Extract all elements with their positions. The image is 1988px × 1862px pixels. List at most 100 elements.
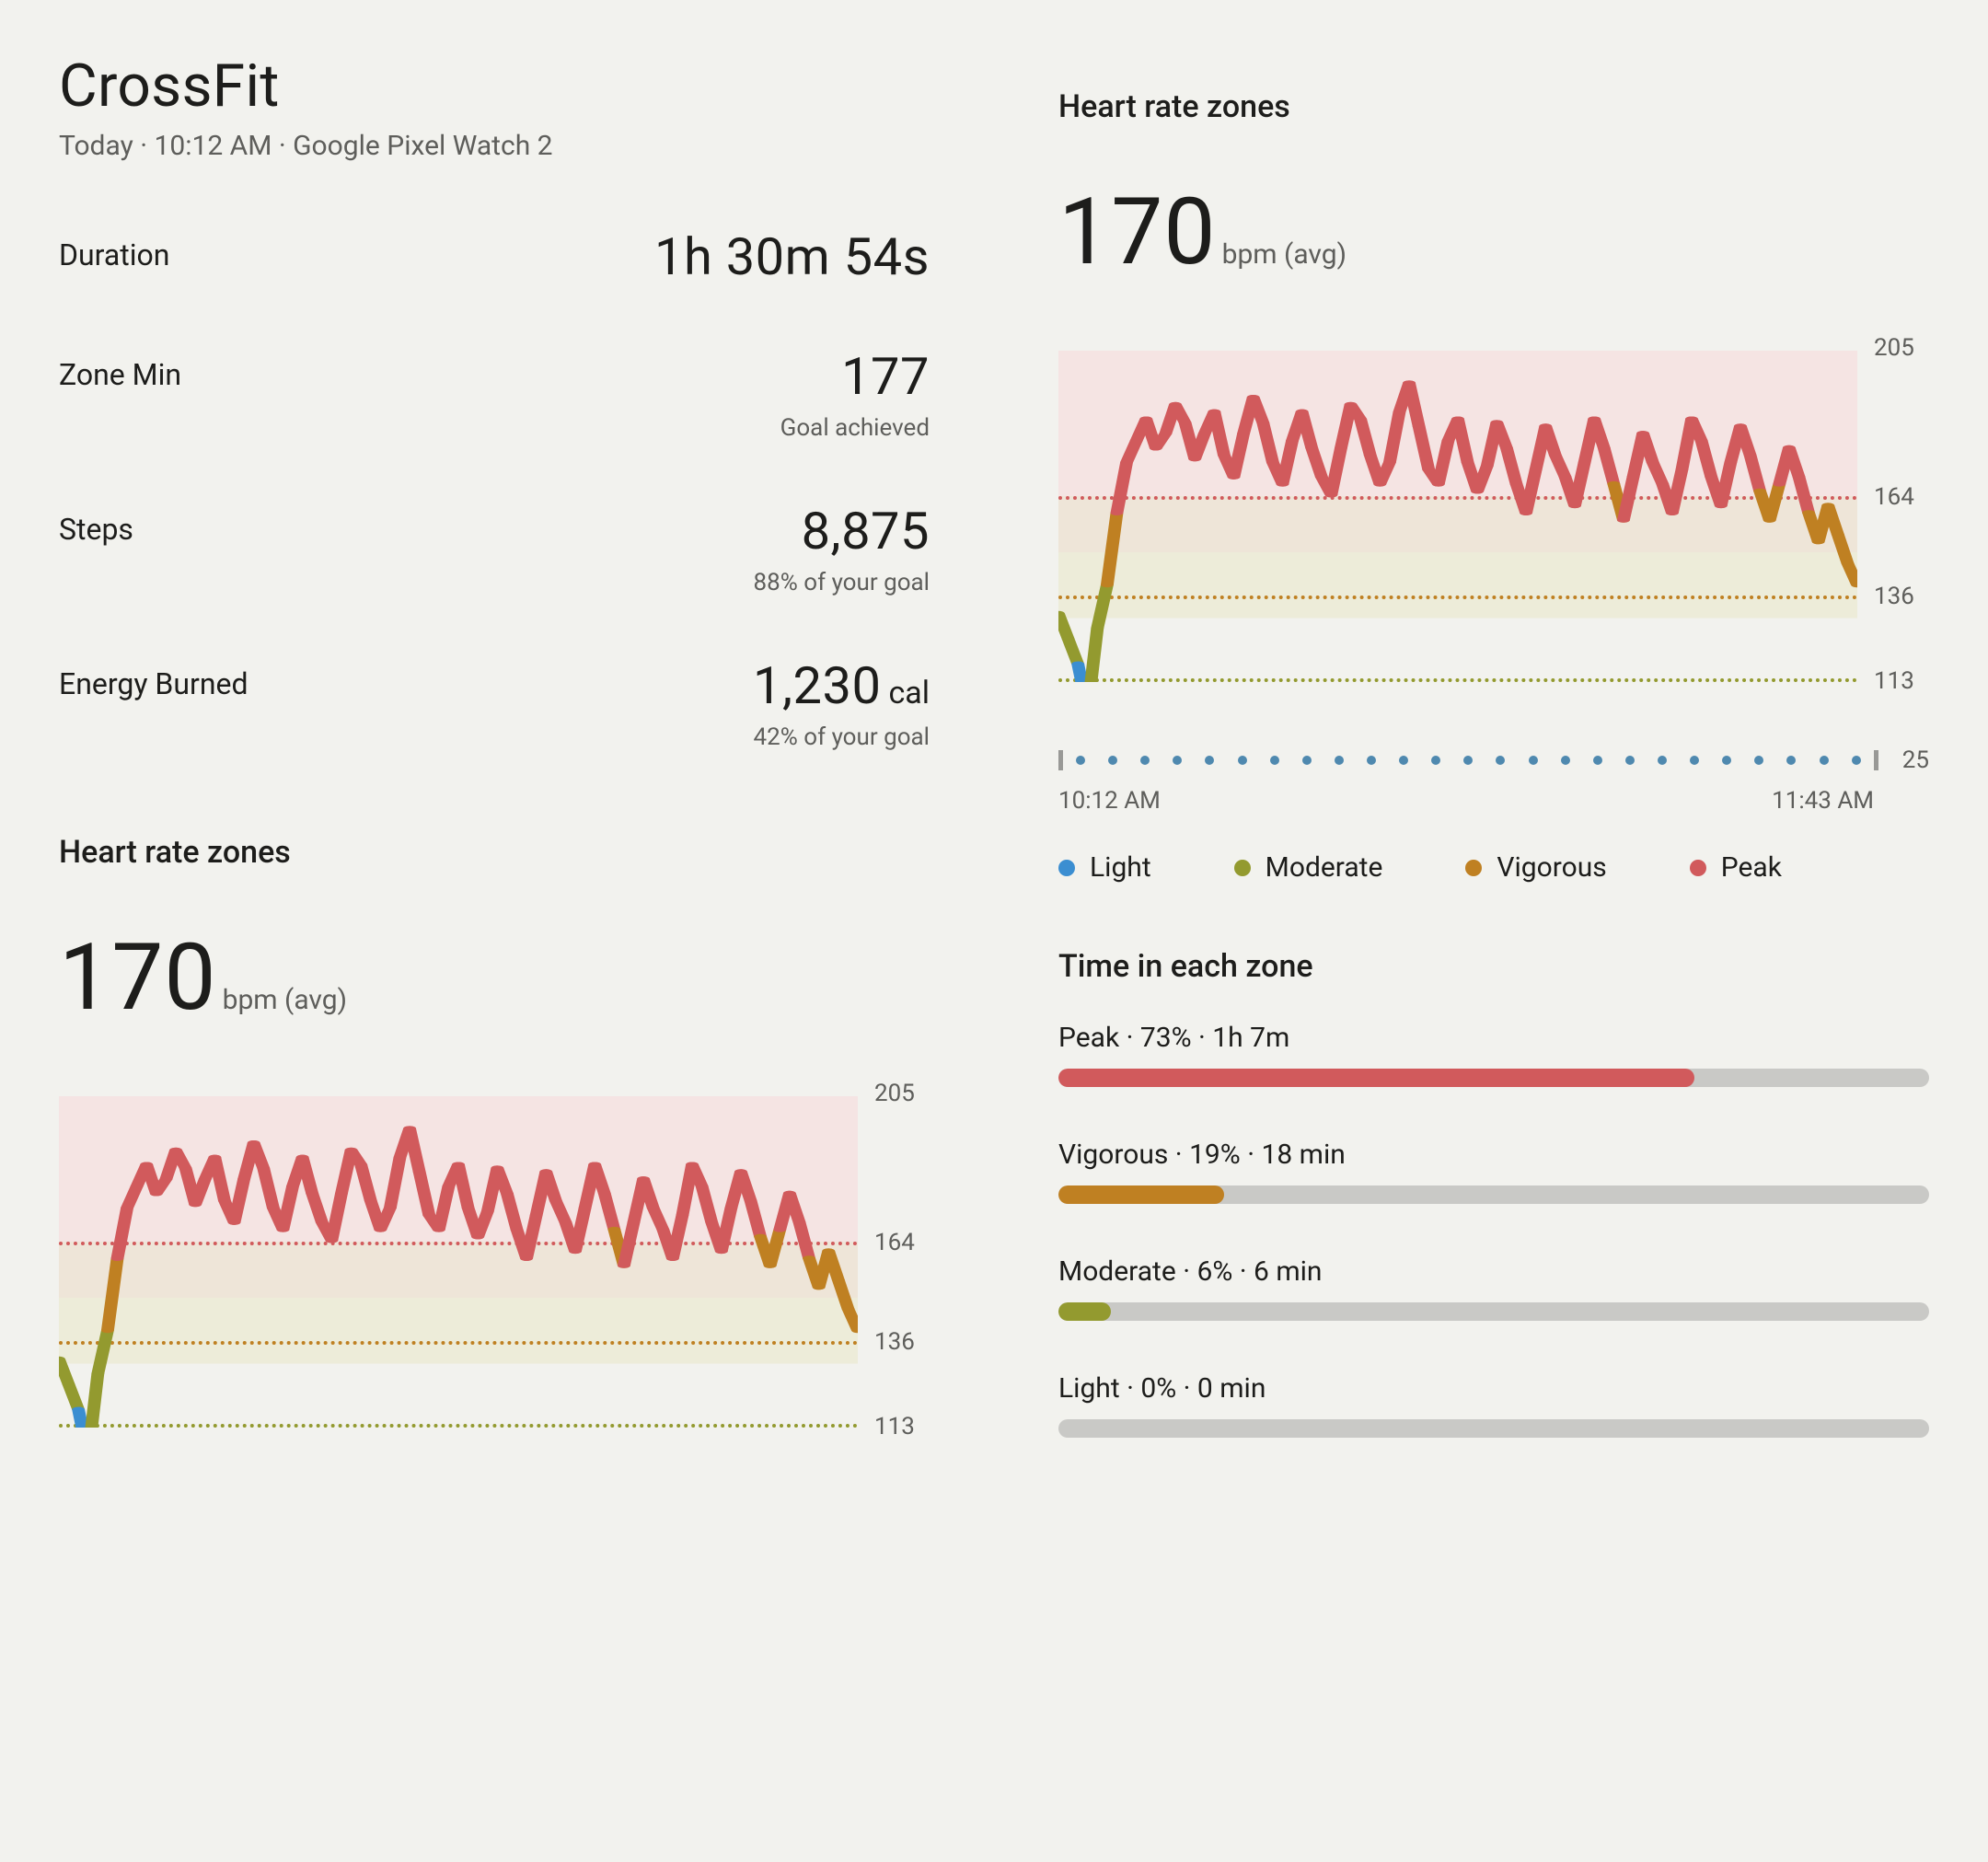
timeline-count: 25	[1902, 746, 1929, 774]
zone-moderate: Moderate · 6% · 6 min	[1058, 1255, 1929, 1321]
right-column: Heart rate zones 170 bpm (avg) 205 164 1…	[1058, 52, 1929, 1489]
hr-summary-right: 170 bpm (avg)	[1058, 179, 1929, 286]
legend-light: Light	[1058, 851, 1151, 884]
zone-peak: Peak · 73% · 1h 7m	[1058, 1022, 1929, 1087]
zone-peak-bar	[1058, 1069, 1929, 1087]
peak-swatch-icon	[1690, 860, 1706, 876]
zone-moderate-bar	[1058, 1302, 1929, 1321]
timeline-dot	[1076, 756, 1085, 765]
timeline-dot	[1625, 756, 1635, 765]
energy-unit: cal	[888, 675, 930, 711]
timeline-dot	[1431, 756, 1440, 765]
energy-value: 1,230	[753, 655, 881, 716]
duration-label: Duration	[59, 226, 169, 272]
zone-legend: Light Moderate Vigorous Peak	[1058, 851, 1929, 884]
axis-164-left: 164	[874, 1229, 915, 1256]
zone-vigorous: Vigorous · 19% · 18 min	[1058, 1139, 1929, 1204]
timeline-end: 11:43 AM	[1772, 787, 1874, 815]
timeline-dot	[1238, 756, 1247, 765]
hr-chart-surface-left[interactable]	[59, 1096, 858, 1428]
energy-note: 42% of your goal	[753, 723, 930, 751]
hr-avg-value-right: 170	[1058, 179, 1217, 286]
timeline-dot	[1302, 756, 1312, 765]
steps-value: 8,875	[754, 501, 930, 561]
duration-value: 1h 30m 54s	[654, 226, 930, 287]
timeline-dot	[1496, 756, 1505, 765]
timeline-dot	[1205, 756, 1214, 765]
hr-chart-right[interactable]: 205 164 136 113	[1058, 351, 1929, 682]
legend-vigorous: Vigorous	[1465, 851, 1606, 884]
timeline-start: 10:12 AM	[1058, 787, 1161, 815]
timeline-dot	[1852, 756, 1861, 765]
legend-light-label: Light	[1090, 851, 1151, 884]
legend-moderate-label: Moderate	[1266, 851, 1383, 884]
moderate-swatch-icon	[1234, 860, 1251, 876]
hr-axis-left: 205 164 136 113	[874, 1096, 930, 1428]
timeline-dot	[1140, 756, 1150, 765]
hr-avg-value-left: 170	[59, 924, 217, 1032]
activity-subline: Today · 10:12 AM · Google Pixel Watch 2	[59, 130, 930, 162]
energy-label: Energy Burned	[59, 655, 248, 701]
axis-164-right: 164	[1874, 483, 1914, 511]
stat-energy: Energy Burned 1,230cal 42% of your goal	[59, 655, 930, 751]
hr-line-svg-left	[59, 1096, 858, 1428]
axis-205-right: 205	[1874, 334, 1914, 362]
timeline-dot	[1335, 756, 1344, 765]
stat-duration: Duration 1h 30m 54s	[59, 226, 930, 287]
timeline-dot	[1593, 756, 1602, 765]
timeline-dot	[1722, 756, 1731, 765]
hr-section-title-right: Heart rate zones	[1058, 88, 1929, 125]
hr-section-title-left: Heart rate zones	[59, 834, 930, 871]
zonemin-label: Zone Min	[59, 346, 181, 392]
timeline-dot	[1658, 756, 1667, 765]
timeline-dot	[1173, 756, 1182, 765]
hr-chart-surface-right[interactable]	[1058, 351, 1857, 682]
timeline-dot	[1820, 756, 1829, 765]
zone-light: Light · 0% · 0 min	[1058, 1372, 1929, 1438]
timeline-dot	[1529, 756, 1538, 765]
timeline-dots: 25	[1058, 746, 1929, 774]
timeline-dot	[1754, 756, 1763, 765]
timeline-start-tick	[1058, 750, 1063, 770]
zone-vigorous-bar	[1058, 1185, 1929, 1204]
timeline-dot	[1561, 756, 1570, 765]
stat-zone-min: Zone Min 177 Goal achieved	[59, 346, 930, 442]
zone-moderate-label: Moderate · 6% · 6 min	[1058, 1255, 1929, 1288]
zone-vigorous-label: Vigorous · 19% · 18 min	[1058, 1139, 1929, 1171]
timeline-dot	[1786, 756, 1796, 765]
hr-chart-left[interactable]: 205 164 136 113	[59, 1096, 930, 1428]
activity-title: CrossFit	[59, 52, 930, 121]
light-swatch-icon	[1058, 860, 1075, 876]
axis-136-right: 136	[1874, 583, 1914, 610]
axis-113-right: 113	[1874, 667, 1914, 695]
timeline-dot	[1270, 756, 1279, 765]
legend-vigorous-label: Vigorous	[1497, 851, 1606, 884]
hr-avg-unit-right: bpm (avg)	[1222, 238, 1347, 283]
zones-section-title: Time in each zone	[1058, 948, 1929, 985]
axis-136-left: 136	[874, 1328, 915, 1356]
legend-moderate: Moderate	[1234, 851, 1383, 884]
zone-light-bar	[1058, 1419, 1929, 1438]
left-column: CrossFit Today · 10:12 AM · Google Pixel…	[59, 52, 930, 1489]
timeline-dot	[1690, 756, 1699, 765]
vigorous-swatch-icon	[1465, 860, 1482, 876]
timeline-dot	[1399, 756, 1408, 765]
timeline-dot	[1108, 756, 1117, 765]
timeline-dot	[1463, 756, 1473, 765]
hr-summary-left: 170 bpm (avg)	[59, 924, 930, 1032]
zone-peak-label: Peak · 73% · 1h 7m	[1058, 1022, 1929, 1054]
legend-peak-label: Peak	[1721, 851, 1782, 884]
zone-light-label: Light · 0% · 0 min	[1058, 1372, 1929, 1405]
legend-peak: Peak	[1690, 851, 1782, 884]
hr-avg-unit-left: bpm (avg)	[223, 984, 347, 1029]
zonemin-note: Goal achieved	[780, 414, 930, 442]
axis-113-left: 113	[874, 1413, 915, 1440]
hr-axis-right: 205 164 136 113	[1874, 351, 1929, 682]
axis-205-left: 205	[874, 1080, 915, 1107]
timeline-dot	[1367, 756, 1376, 765]
steps-note: 88% of your goal	[754, 569, 930, 596]
timeline-end-tick	[1874, 750, 1878, 770]
stat-steps: Steps 8,875 88% of your goal	[59, 501, 930, 596]
zonemin-value: 177	[780, 346, 930, 407]
timeline-labels: 10:12 AM 11:43 AM	[1058, 787, 1929, 815]
